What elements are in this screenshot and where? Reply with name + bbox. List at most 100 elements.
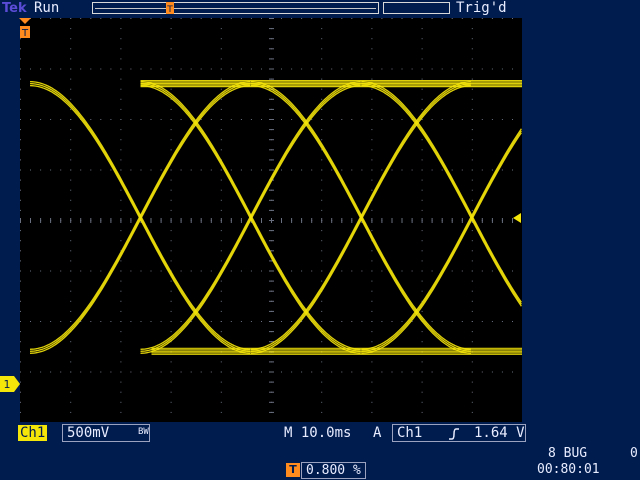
grid-dot: [20, 411, 21, 413]
grid-dot: [140, 169, 142, 171]
center-tick: [200, 218, 202, 223]
grid-dot: [220, 28, 222, 30]
grid-dot: [240, 321, 242, 322]
grid-dot: [170, 401, 172, 403]
grid-dot: [140, 119, 142, 120]
grid-dot: [20, 159, 21, 161]
grid-dot: [170, 179, 172, 181]
grid-dot: [170, 250, 172, 252]
grid-dot: [150, 68, 152, 70]
grid-dot: [80, 270, 82, 272]
grid-dot: [471, 240, 473, 242]
grid-dot: [250, 68, 252, 70]
grid-dot: [120, 391, 122, 393]
grid-dot: [321, 310, 323, 312]
grid-dot: [160, 18, 162, 19]
trigger-level-marker-icon[interactable]: [511, 213, 521, 223]
grid-dot: [170, 149, 172, 151]
channel1-ground-marker-icon[interactable]: 1: [0, 376, 20, 392]
grid-dot: [471, 280, 473, 282]
grid-dot: [20, 129, 21, 131]
grid-dot: [160, 68, 162, 70]
center-tick: [501, 218, 503, 223]
grid-dot: [70, 411, 72, 413]
center-tick: [269, 78, 274, 80]
center-tick: [269, 68, 274, 70]
grid-dot: [421, 331, 423, 333]
grid-dot: [311, 18, 313, 19]
grid-dot: [281, 18, 282, 19]
center-tick: [311, 218, 313, 223]
grid-dot: [50, 270, 52, 272]
grid-dot: [100, 321, 102, 322]
grid-dot: [20, 280, 21, 282]
center-tick: [240, 218, 242, 223]
grid-dot: [421, 18, 423, 19]
channel1-label[interactable]: Ch1: [18, 425, 48, 441]
center-tick: [170, 218, 172, 223]
grid-dot: [381, 371, 383, 373]
grid-dot: [70, 230, 72, 232]
grid-dot: [230, 371, 232, 373]
grid-dot: [20, 169, 21, 171]
grid-dot: [291, 321, 293, 322]
grid-dot: [70, 250, 72, 252]
grid-dot: [461, 119, 463, 120]
grid-dot: [401, 169, 403, 171]
trigger-source[interactable]: Ch1: [397, 425, 422, 441]
center-tick: [269, 280, 274, 282]
grid-dot: [391, 321, 393, 322]
grid-dot: [441, 321, 443, 322]
grid-dot: [220, 411, 222, 413]
grid-dot: [371, 371, 373, 373]
timebase-readout[interactable]: M 10.0ms: [284, 425, 351, 441]
grid-dot: [70, 290, 72, 292]
center-tick: [70, 218, 72, 223]
grid-dot: [240, 119, 242, 120]
grid-dot: [70, 38, 72, 40]
grid-dot: [120, 169, 122, 171]
trigger-position-icon: T: [286, 463, 300, 477]
grid-dot: [220, 68, 222, 70]
grid-dot: [120, 361, 122, 363]
grid-dot: [20, 260, 21, 262]
record-length-bar: [92, 2, 379, 14]
trigger-position-value[interactable]: 0.800 %: [301, 462, 366, 479]
grid-dot: [461, 270, 463, 272]
grid-dot: [170, 58, 172, 60]
grid-dot: [471, 250, 473, 252]
grid-dot: [281, 68, 282, 70]
grid-dot: [421, 260, 423, 262]
grid-dot: [240, 68, 242, 70]
grid-dot: [40, 68, 42, 70]
grid-dot: [100, 371, 102, 373]
center-tick: [120, 218, 122, 223]
center-tick: [461, 218, 463, 223]
grid-dot: [130, 169, 132, 171]
grid-dot: [331, 18, 333, 19]
grid-dot: [120, 48, 122, 50]
grid-dot: [421, 78, 423, 80]
grid-dot: [120, 341, 122, 343]
grid-dot: [20, 149, 21, 151]
grid-dot: [170, 310, 172, 312]
grid-dot: [60, 321, 62, 322]
grid-dot: [281, 371, 282, 373]
grid-dot: [20, 209, 21, 211]
grid-dot: [411, 371, 413, 373]
grid-dot: [220, 240, 222, 242]
grid-dot: [120, 310, 122, 312]
grid-dot: [431, 119, 433, 120]
trigger-level[interactable]: 1.64 V: [474, 425, 525, 441]
grid-dot: [321, 300, 323, 302]
grid-dot: [421, 28, 423, 30]
grid-dot: [361, 68, 363, 70]
grid-dot: [120, 209, 122, 211]
grid-dot: [20, 179, 21, 181]
grid-dot: [481, 68, 483, 70]
grid-dot: [20, 331, 21, 333]
grid-dot: [471, 139, 473, 141]
grid-dot: [461, 169, 463, 171]
grid-dot: [70, 391, 72, 393]
grid-dot: [341, 169, 343, 171]
